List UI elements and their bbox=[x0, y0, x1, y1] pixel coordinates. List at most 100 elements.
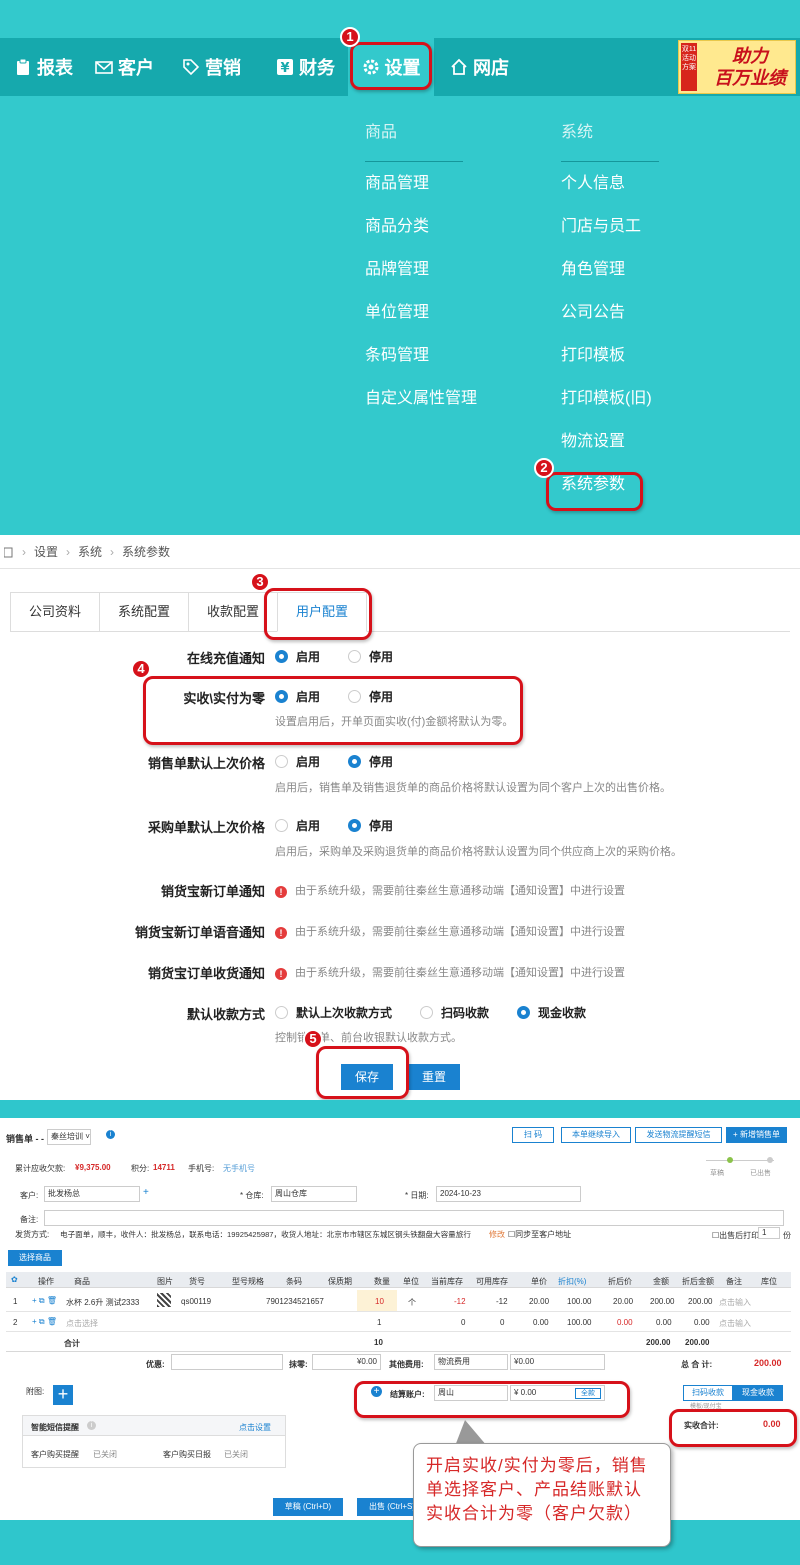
col-header[interactable]: 商品 bbox=[74, 1276, 90, 1287]
col-header[interactable]: 型号规格 bbox=[232, 1276, 264, 1287]
col-header[interactable]: 可用库存 bbox=[476, 1276, 508, 1287]
total-qty: 10 bbox=[374, 1338, 383, 1347]
menu-item-notice[interactable]: 公司公告 bbox=[561, 291, 661, 334]
row-note[interactable]: 点击输入 bbox=[719, 1297, 751, 1308]
menu-item-profile[interactable]: 个人信息 bbox=[561, 162, 661, 205]
wipe-input[interactable]: ¥0.00 bbox=[312, 1354, 381, 1370]
row-price[interactable]: 0.00 bbox=[533, 1318, 549, 1327]
other-fee-type-select[interactable]: 物流费用 bbox=[434, 1354, 508, 1370]
nav-marketing[interactable]: 营销 bbox=[182, 38, 241, 96]
menu-item-goods-category[interactable]: 商品分类 bbox=[365, 205, 465, 248]
row-goods-name[interactable]: 水杯 2.6升 测试2333 bbox=[66, 1297, 139, 1308]
radio-enable[interactable]: 启用 bbox=[275, 753, 320, 770]
col-header[interactable]: 条码 bbox=[286, 1276, 302, 1287]
menu-item-logistics[interactable]: 物流设置 bbox=[561, 420, 661, 463]
radio-disable[interactable]: 停用 bbox=[348, 817, 393, 834]
nav-reports[interactable]: 报表 bbox=[14, 38, 73, 96]
menu-item-print-template[interactable]: 打印模板 bbox=[561, 334, 661, 377]
col-header[interactable]: 当前库存 bbox=[431, 1276, 463, 1287]
radio-label: 启用 bbox=[296, 819, 321, 833]
note-input[interactable] bbox=[44, 1210, 784, 1226]
help-icon[interactable]: i bbox=[87, 1421, 96, 1430]
menu-item-barcode[interactable]: 条码管理 bbox=[365, 334, 465, 377]
radio-cash-pay[interactable]: 现金收款 bbox=[517, 1004, 586, 1021]
ship-sync-checkbox[interactable]: ☐同步至客户地址 bbox=[508, 1229, 571, 1240]
row-price[interactable]: 20.00 bbox=[529, 1297, 549, 1306]
row-goods-name[interactable]: 点击选择 bbox=[66, 1318, 98, 1329]
product-image[interactable] bbox=[157, 1293, 171, 1307]
table-row: 1 + ⧉ 🗑 水杯 2.6升 测试2333 qs00119 790123452… bbox=[6, 1290, 791, 1312]
breadcrumb-system[interactable]: 系统 bbox=[78, 543, 102, 560]
scan-pay-button[interactable]: 扫码收款 bbox=[683, 1385, 733, 1401]
radio-label: 停用 bbox=[369, 819, 394, 833]
highlight-save bbox=[316, 1046, 409, 1099]
sms-title: 智能短信提醒 bbox=[31, 1423, 79, 1432]
discount-label: 优惠: bbox=[146, 1360, 165, 1369]
col-header[interactable]: 折扣(%) bbox=[558, 1276, 586, 1287]
warning-icon: ! bbox=[275, 927, 287, 939]
discount-select[interactable] bbox=[171, 1354, 283, 1370]
scan-button[interactable]: 扫 码 bbox=[512, 1127, 554, 1143]
sms-logistics-button[interactable]: 发送物流提醒短信 bbox=[635, 1127, 722, 1143]
customer-select[interactable]: 批发杨总 bbox=[44, 1186, 140, 1202]
row-discount[interactable]: 100.00 bbox=[567, 1297, 591, 1306]
radio-enable[interactable]: 启用 bbox=[275, 648, 320, 665]
row-qty[interactable]: 1 bbox=[377, 1318, 381, 1327]
breadcrumb-settings[interactable]: 设置 bbox=[34, 543, 58, 560]
row-note[interactable]: 点击输入 bbox=[719, 1318, 751, 1329]
nav-customers[interactable]: 客户 bbox=[95, 38, 154, 96]
row-actions[interactable]: + ⧉ 🗑 bbox=[32, 1296, 57, 1306]
row-actions[interactable]: + ⧉ 🗑 bbox=[32, 1317, 57, 1327]
select-goods-button[interactable]: 选择商品 bbox=[8, 1250, 62, 1266]
radio-disable[interactable]: 停用 bbox=[348, 648, 393, 665]
draft-button[interactable]: 草稿 (Ctrl+D) bbox=[273, 1498, 343, 1516]
nav-finance[interactable]: ¥ 财务 bbox=[276, 38, 335, 96]
add-image-button[interactable]: + bbox=[53, 1385, 73, 1405]
ship-edit-link[interactable]: 修改 bbox=[489, 1229, 505, 1240]
menu-item-custom-attr[interactable]: 自定义属性管理 bbox=[365, 377, 477, 420]
menu-item-roles[interactable]: 角色管理 bbox=[561, 248, 661, 291]
radio-scan-pay[interactable]: 扫码收款 bbox=[420, 1004, 489, 1021]
gear-icon[interactable]: ✿ bbox=[11, 1275, 18, 1284]
row-code: qs00119 bbox=[181, 1297, 212, 1306]
menu-item-unit[interactable]: 单位管理 bbox=[365, 291, 465, 334]
info-icon[interactable]: i bbox=[106, 1130, 115, 1139]
add-customer-icon[interactable]: + bbox=[143, 1187, 149, 1198]
menu-item-brand[interactable]: 品牌管理 bbox=[365, 248, 465, 291]
radio-group: 启用 停用 bbox=[275, 648, 421, 665]
other-fee-type: 物流费用 bbox=[438, 1357, 470, 1366]
progress-dot-sold bbox=[767, 1157, 773, 1163]
yen-icon: ¥ bbox=[277, 59, 293, 76]
other-fee-label: 其他费用: bbox=[389, 1360, 424, 1369]
other-fee-input[interactable]: ¥0.00 bbox=[510, 1354, 605, 1370]
nav-webstore[interactable]: 网店 bbox=[450, 38, 509, 96]
nav-finance-label: 财务 bbox=[299, 58, 335, 78]
grand-total-label: 总 合 计: bbox=[681, 1360, 713, 1369]
store-select[interactable]: 秦丝培训 ˅ bbox=[47, 1129, 91, 1145]
row-discount[interactable]: 100.00 bbox=[567, 1318, 591, 1327]
radio-last-method[interactable]: 默认上次收款方式 bbox=[275, 1004, 392, 1021]
import-button[interactable]: 本单继续导入 bbox=[561, 1127, 631, 1143]
row-discount-amount: 0.00 bbox=[694, 1318, 710, 1327]
print-copies-input[interactable]: 1 bbox=[758, 1227, 780, 1239]
warehouse-select[interactable]: 周山仓库 bbox=[271, 1186, 357, 1202]
sms-setting-link[interactable]: 点击设置 bbox=[239, 1422, 271, 1433]
tab-company-info[interactable]: 公司资料 bbox=[10, 592, 101, 632]
tab-system-config[interactable]: 系统配置 bbox=[99, 592, 190, 632]
menu-item-print-template-old[interactable]: 打印模板(旧) bbox=[561, 377, 661, 420]
ship-sync-label: 同步至客户地址 bbox=[515, 1230, 572, 1239]
date-label: * 日期: bbox=[405, 1191, 429, 1200]
col-header[interactable]: 货号 bbox=[189, 1276, 205, 1287]
menu-item-goods-manage[interactable]: 商品管理 bbox=[365, 162, 465, 205]
radio-label: 默认上次收款方式 bbox=[296, 1006, 393, 1020]
date-field[interactable]: 2024-10-23 bbox=[436, 1186, 581, 1202]
print-after-checkbox[interactable]: ☐出售后打印 bbox=[712, 1230, 759, 1241]
promo-banner[interactable]: 双11活动方案 助力 百万业绩 bbox=[678, 40, 796, 94]
reset-button[interactable]: 重置 bbox=[408, 1064, 460, 1090]
radio-disable[interactable]: 停用 bbox=[348, 753, 393, 770]
menu-item-stores[interactable]: 门店与员工 bbox=[561, 205, 661, 248]
new-order-button[interactable]: + 新增销售单 bbox=[726, 1127, 787, 1143]
row-discount-price: 0.00 bbox=[617, 1318, 633, 1327]
cash-pay-button[interactable]: 现金收款 bbox=[733, 1385, 783, 1401]
radio-enable[interactable]: 启用 bbox=[275, 817, 320, 834]
